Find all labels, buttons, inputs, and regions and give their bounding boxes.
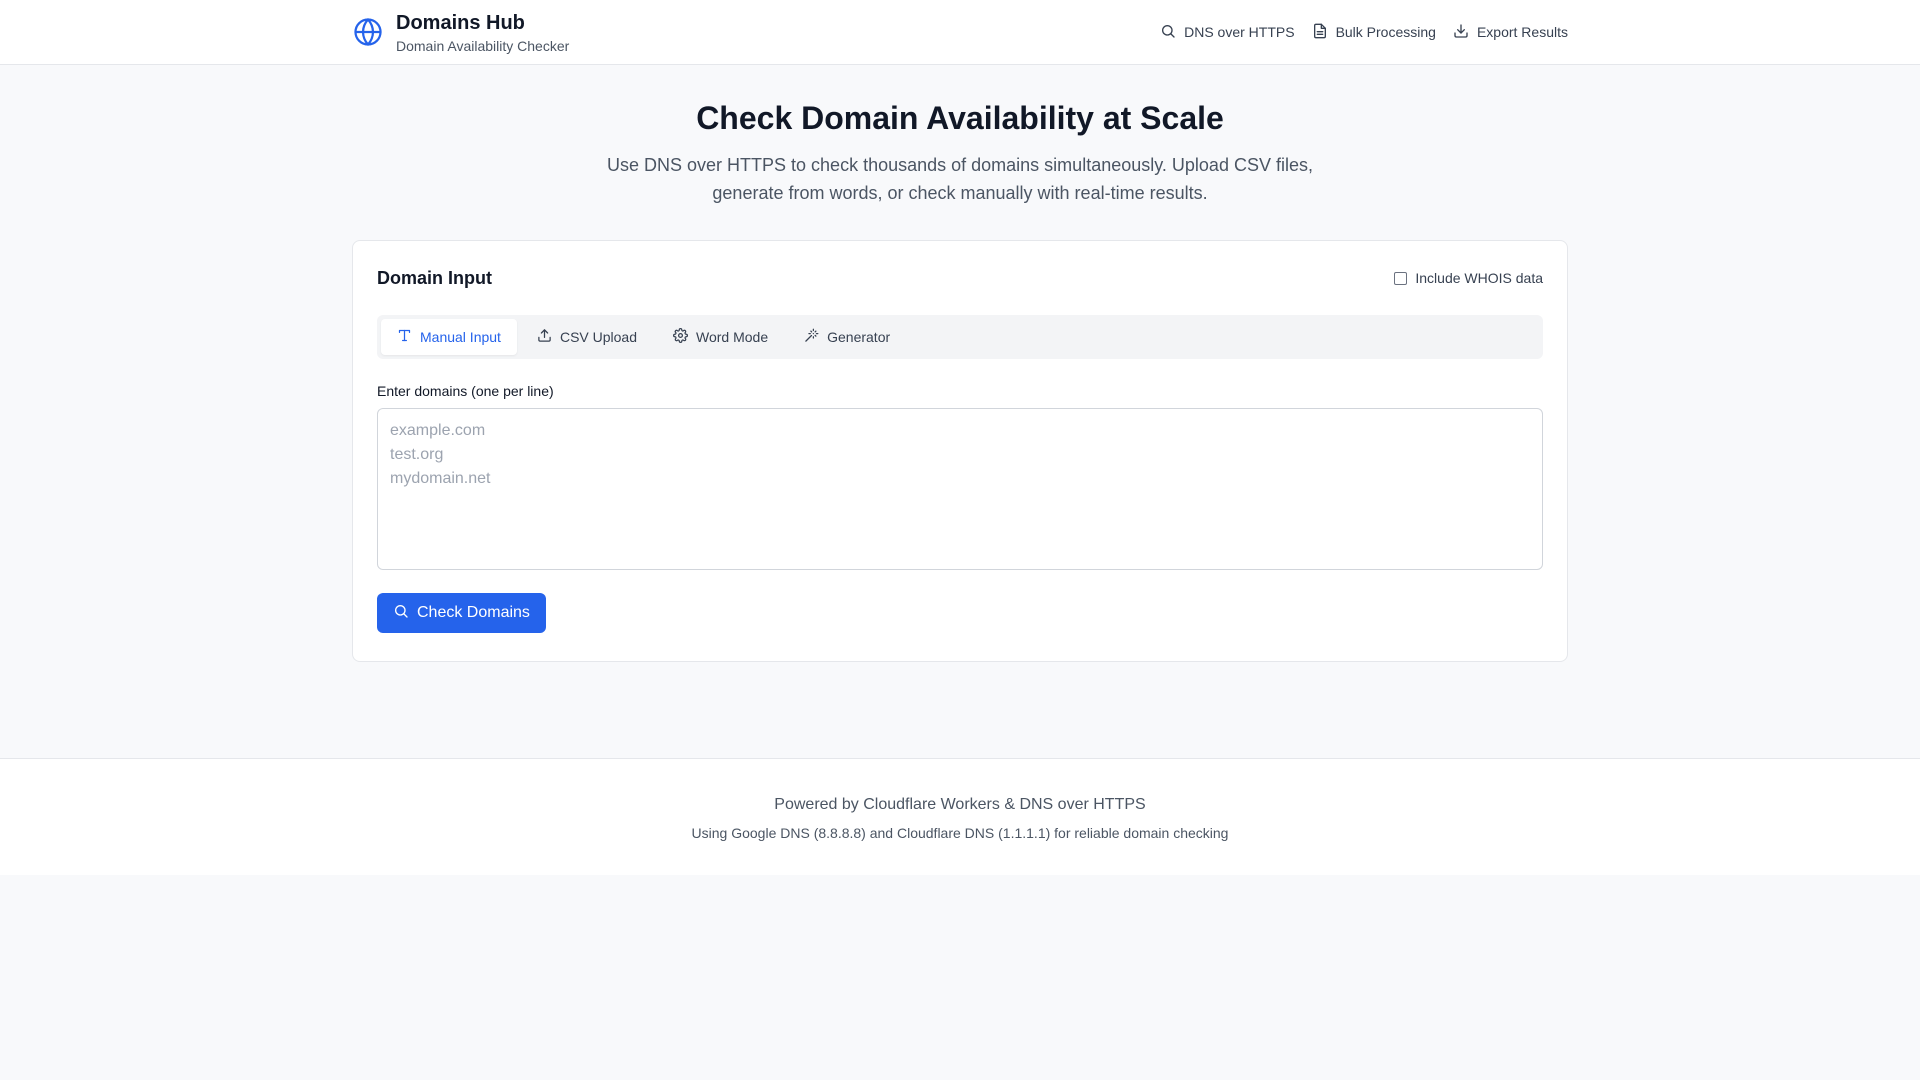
magic-wand-icon bbox=[804, 328, 819, 346]
nav-label: Bulk Processing bbox=[1335, 24, 1436, 40]
app-subtitle: Domain Availability Checker bbox=[396, 37, 570, 54]
hero-title: Check Domain Availability at Scale bbox=[696, 100, 1224, 136]
domains-textarea[interactable] bbox=[377, 408, 1543, 570]
tab-label: Generator bbox=[827, 329, 891, 345]
app-footer: Powered by Cloudflare Workers & DNS over… bbox=[0, 758, 1920, 875]
tab-label: CSV Upload bbox=[559, 329, 637, 345]
brand[interactable]: Domains Hub Domain Availability Checker bbox=[352, 10, 569, 55]
tab-label: Word Mode bbox=[696, 329, 769, 345]
app-title: Domains Hub bbox=[396, 11, 525, 34]
app-header: Domains Hub Domain Availability Checker … bbox=[0, 0, 1920, 65]
whois-checkbox[interactable] bbox=[1394, 271, 1408, 285]
whois-toggle[interactable]: Include WHOIS data bbox=[1394, 270, 1543, 286]
nav-dns-over-https[interactable]: DNS over HTTPS bbox=[1160, 23, 1295, 42]
hero-description: Use DNS over HTTPS to check thousands of… bbox=[607, 155, 1313, 203]
globe-icon bbox=[352, 16, 384, 48]
card-header: Domain Input Include WHOIS data bbox=[377, 265, 1543, 291]
nav-export-results[interactable]: Export Results bbox=[1453, 23, 1568, 42]
footer-main-text: Powered by Cloudflare Workers & DNS over… bbox=[774, 796, 1146, 813]
nav-bulk-processing[interactable]: Bulk Processing bbox=[1312, 23, 1436, 42]
download-icon bbox=[1453, 23, 1469, 42]
text-icon bbox=[397, 328, 412, 346]
upload-icon bbox=[537, 328, 552, 346]
tab-manual-input[interactable]: Manual Input bbox=[381, 319, 517, 355]
check-domains-label: Check Domains bbox=[417, 604, 530, 621]
gear-icon bbox=[673, 328, 688, 346]
header-inner: Domains Hub Domain Availability Checker … bbox=[352, 0, 1568, 64]
whois-label: Include WHOIS data bbox=[1415, 270, 1543, 286]
check-domains-button[interactable]: Check Domains bbox=[377, 593, 546, 633]
top-nav: DNS over HTTPS Bulk Processing Export Re… bbox=[1160, 23, 1568, 42]
search-icon bbox=[1160, 23, 1176, 42]
nav-label: Export Results bbox=[1476, 24, 1568, 40]
tab-csv-upload[interactable]: CSV Upload bbox=[521, 319, 653, 355]
document-icon bbox=[1312, 23, 1328, 42]
domain-input-card: Domain Input Include WHOIS data Manual I… bbox=[352, 240, 1568, 662]
tab-generator[interactable]: Generator bbox=[788, 319, 906, 355]
input-mode-tabs: Manual Input CSV Upload Word Mode Genera… bbox=[377, 315, 1543, 359]
hero: Check Domain Availability at Scale Use D… bbox=[0, 65, 1920, 207]
search-icon bbox=[393, 603, 409, 624]
tab-label: Manual Input bbox=[420, 329, 501, 345]
brand-text: Domains Hub Domain Availability Checker bbox=[396, 10, 569, 55]
nav-label: DNS over HTTPS bbox=[1184, 24, 1295, 40]
domains-field-label: Enter domains (one per line) bbox=[377, 383, 554, 399]
tab-word-mode[interactable]: Word Mode bbox=[657, 319, 784, 355]
card-title: Domain Input bbox=[377, 267, 492, 288]
footer-sub-text: Using Google DNS (8.8.8.8) and Cloudflar… bbox=[691, 825, 1229, 841]
